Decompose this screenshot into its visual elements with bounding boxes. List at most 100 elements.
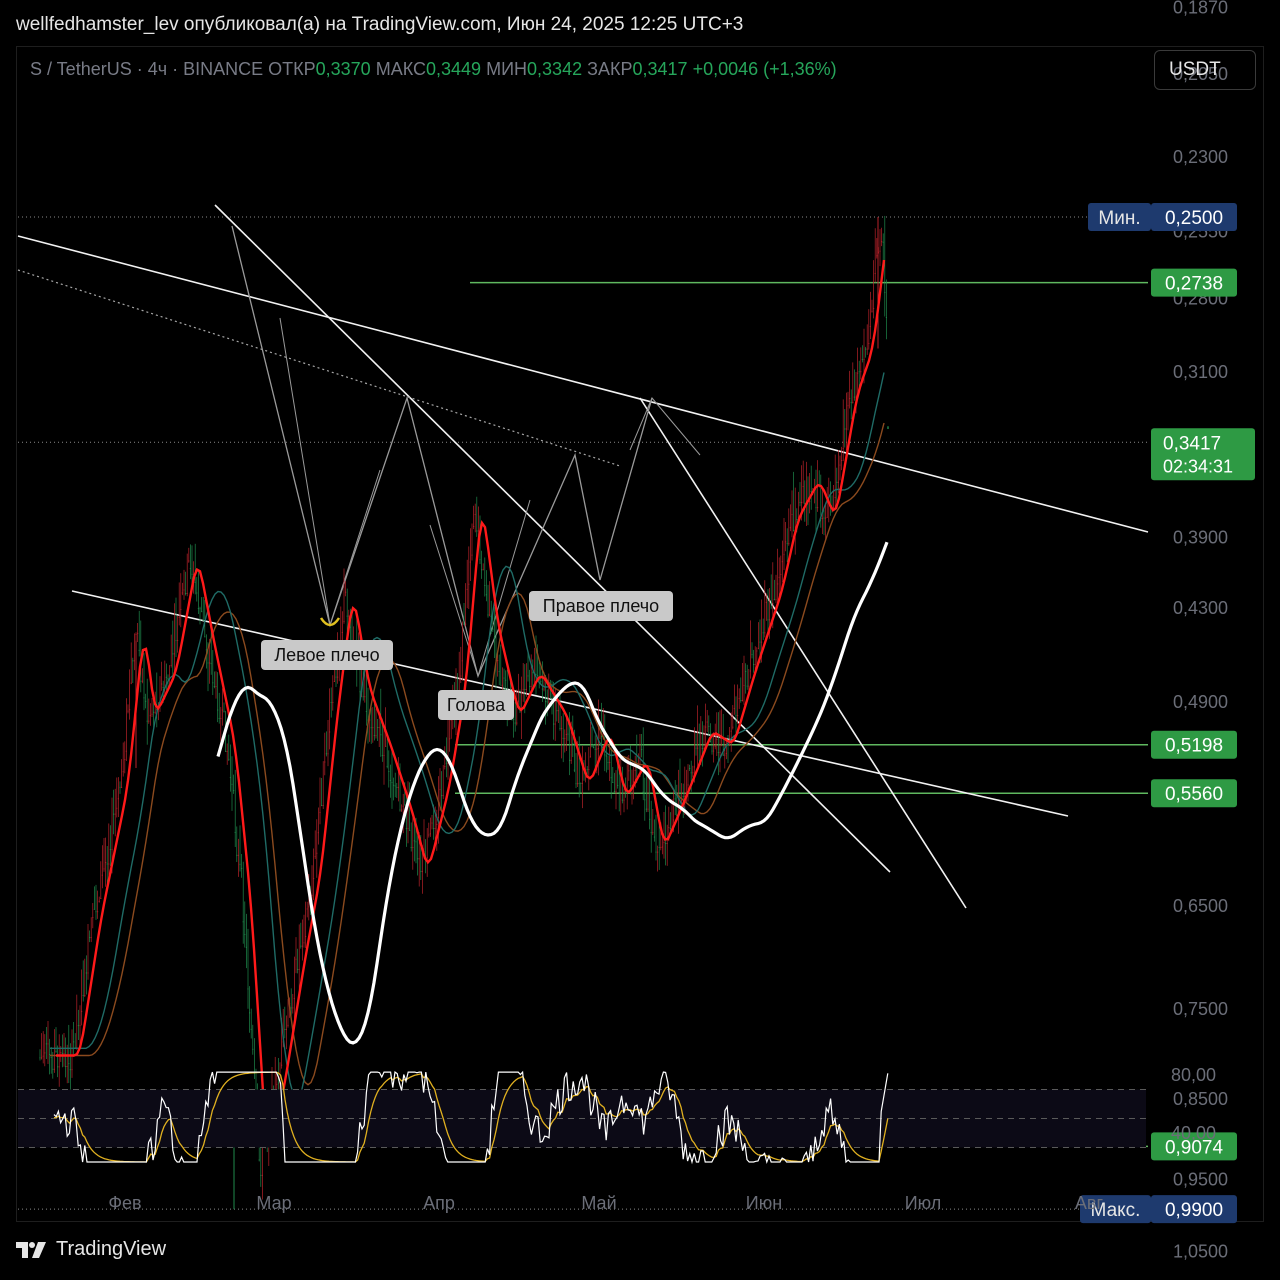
chart-canvas[interactable]: Левое плечо Голова Правое плечо 1,0500 0,950… bbox=[0, 0, 1280, 1280]
candle bbox=[591, 746, 593, 747]
ma-brown-line bbox=[50, 422, 885, 1086]
candle bbox=[772, 602, 774, 604]
candle bbox=[849, 398, 851, 399]
candle bbox=[49, 1054, 51, 1055]
candle bbox=[665, 843, 667, 844]
candle bbox=[468, 583, 470, 585]
price-tick-label: 0,7500 bbox=[1173, 999, 1228, 1019]
candle bbox=[689, 768, 691, 769]
candle bbox=[745, 671, 747, 672]
candle bbox=[213, 686, 215, 687]
candle bbox=[314, 856, 316, 858]
candle bbox=[388, 771, 390, 772]
candle bbox=[217, 709, 219, 711]
candle bbox=[628, 770, 630, 772]
candle bbox=[71, 1069, 73, 1071]
candle bbox=[285, 1029, 287, 1030]
candle bbox=[503, 677, 505, 679]
candle bbox=[687, 784, 689, 786]
candle bbox=[450, 719, 452, 721]
candle bbox=[481, 569, 483, 571]
candle bbox=[737, 715, 739, 716]
candle bbox=[385, 745, 387, 747]
candle bbox=[660, 847, 662, 848]
candle bbox=[489, 614, 491, 616]
time-tick-label: Май bbox=[581, 1193, 616, 1213]
candle bbox=[469, 561, 471, 563]
symbol-label[interactable]: S / TetherUS · 4ч · BINANCE bbox=[30, 59, 263, 79]
min-badge: Мин. 0,2500 bbox=[1088, 203, 1237, 232]
candle bbox=[305, 936, 307, 937]
candle bbox=[775, 598, 777, 600]
candle bbox=[479, 559, 481, 561]
candle bbox=[295, 958, 297, 960]
candle bbox=[658, 847, 660, 848]
candle bbox=[205, 649, 207, 651]
open-value: 0,3370 bbox=[315, 59, 371, 79]
candle bbox=[239, 863, 241, 865]
candle bbox=[617, 785, 619, 786]
candle bbox=[60, 1052, 62, 1053]
candle bbox=[673, 819, 675, 821]
time-tick-label: Апр bbox=[423, 1193, 455, 1213]
candle bbox=[393, 784, 395, 786]
candle bbox=[786, 543, 788, 545]
trend-line bbox=[71, 590, 1069, 817]
candle bbox=[101, 874, 103, 876]
candle bbox=[514, 722, 516, 724]
price-tick-label: 0,2300 bbox=[1173, 147, 1228, 167]
candle bbox=[226, 751, 228, 752]
candle bbox=[793, 530, 795, 532]
candle bbox=[642, 791, 644, 793]
candle bbox=[308, 906, 310, 908]
candle bbox=[629, 785, 631, 787]
candle bbox=[116, 807, 118, 809]
currency-button[interactable]: USDT bbox=[1154, 50, 1256, 90]
candle bbox=[461, 660, 463, 662]
candle bbox=[497, 660, 499, 661]
candle bbox=[212, 682, 214, 684]
candle bbox=[441, 795, 443, 797]
candle bbox=[373, 735, 375, 737]
candle bbox=[741, 700, 743, 701]
candle bbox=[749, 670, 751, 672]
candle bbox=[341, 632, 343, 633]
candle bbox=[501, 684, 503, 686]
candle bbox=[381, 755, 383, 757]
candle bbox=[517, 700, 519, 702]
candle bbox=[362, 696, 364, 698]
candle bbox=[241, 867, 243, 869]
candle bbox=[151, 713, 153, 715]
candle bbox=[524, 689, 526, 690]
candle bbox=[364, 696, 366, 698]
candle bbox=[634, 770, 636, 771]
candle bbox=[396, 786, 398, 788]
pattern-annotation: Голова bbox=[438, 690, 514, 720]
candle bbox=[781, 561, 783, 563]
candle bbox=[412, 847, 414, 848]
candle bbox=[433, 828, 435, 829]
candle bbox=[436, 823, 438, 825]
candle bbox=[791, 514, 793, 515]
candle bbox=[229, 777, 231, 779]
candle bbox=[785, 541, 787, 543]
candle bbox=[885, 317, 887, 318]
candle bbox=[777, 583, 779, 585]
candle bbox=[618, 792, 620, 793]
candle bbox=[690, 772, 692, 774]
candle bbox=[186, 593, 188, 594]
candle bbox=[537, 674, 539, 676]
candle bbox=[81, 1011, 83, 1012]
candle bbox=[578, 782, 580, 784]
candle bbox=[108, 863, 110, 865]
candle bbox=[610, 777, 612, 779]
candle bbox=[210, 663, 212, 665]
candle bbox=[842, 447, 844, 449]
candle bbox=[865, 348, 867, 350]
tradingview-logo[interactable]: TradingView bbox=[16, 1238, 166, 1261]
candle bbox=[52, 1068, 54, 1070]
candle bbox=[428, 834, 430, 836]
candle bbox=[161, 683, 163, 685]
candle bbox=[82, 995, 84, 996]
last-price-value: 0,3417 bbox=[1163, 433, 1221, 454]
